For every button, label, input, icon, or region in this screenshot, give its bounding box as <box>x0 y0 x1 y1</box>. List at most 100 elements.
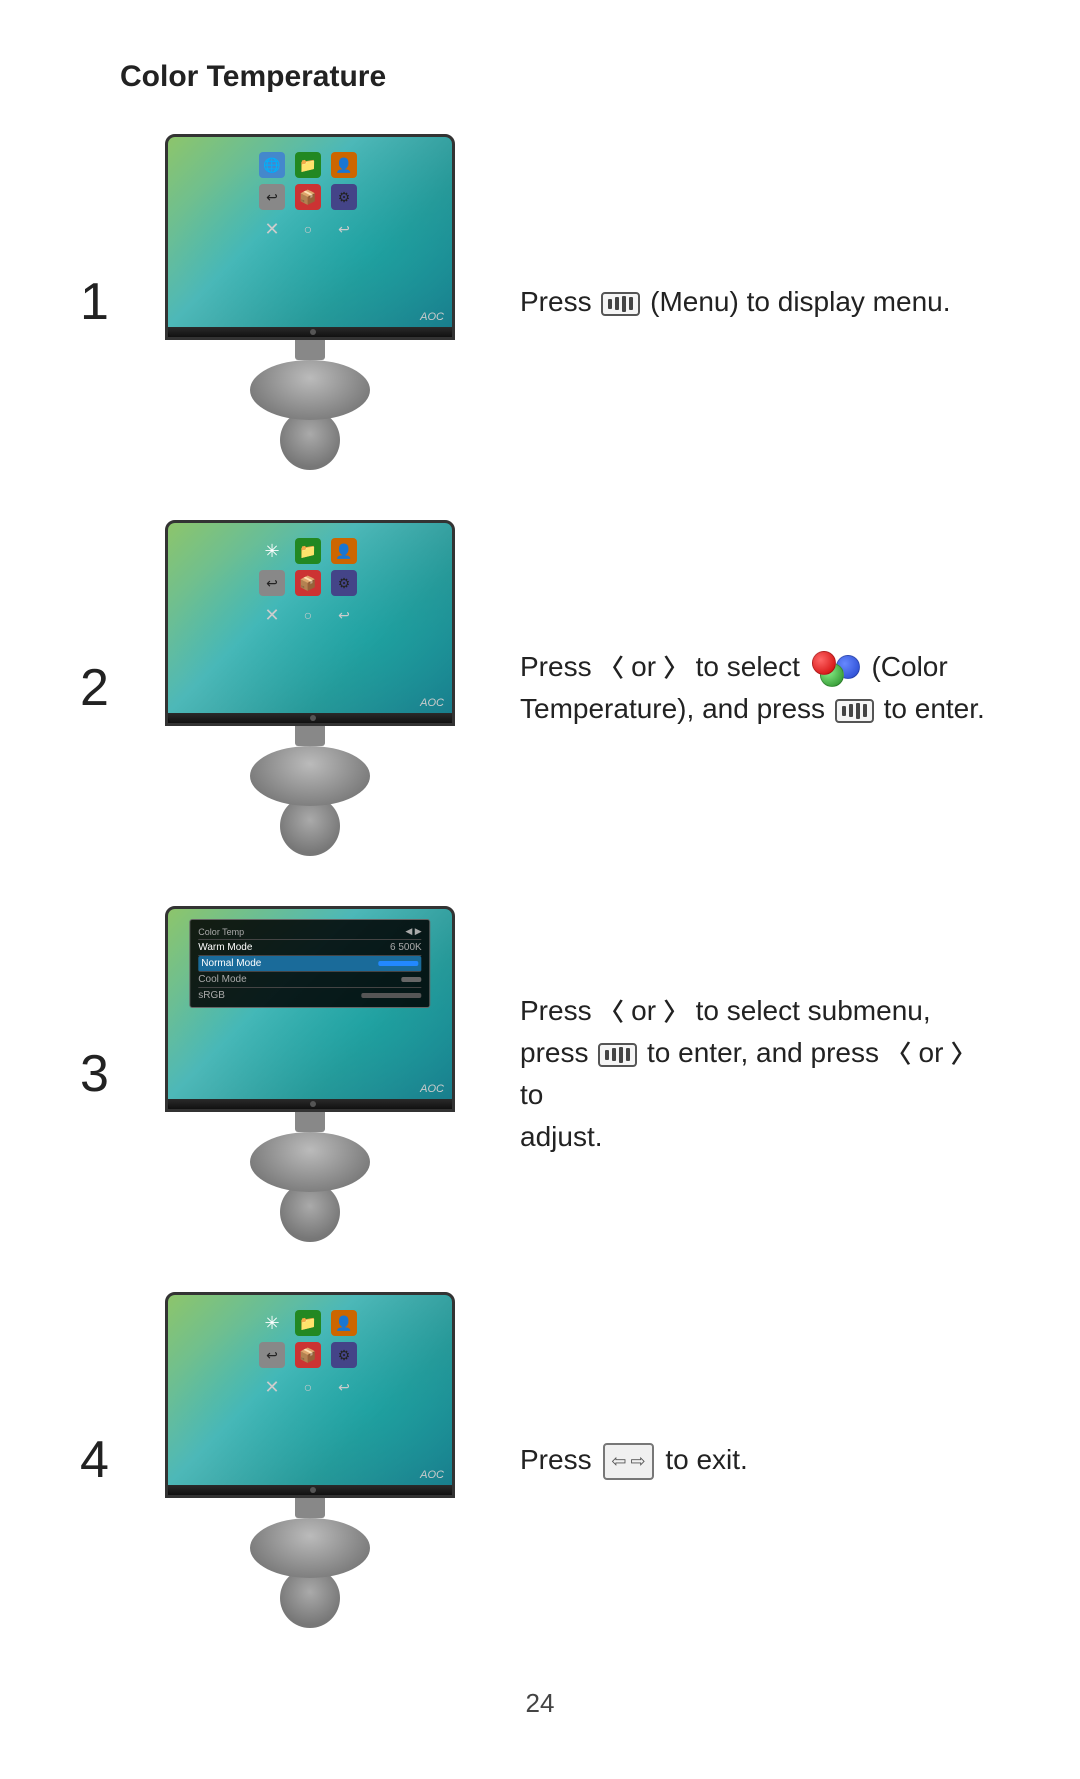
step-number-4: 4 <box>80 1430 120 1490</box>
btn-bar-1c <box>622 296 626 312</box>
step-row-1: 1 🌐 📁 👤 ↩ 📦 ⚙ ✕ ○ ↩ AOC <box>80 134 1000 470</box>
icon-4-6: ⚙ <box>331 1342 357 1368</box>
monitor-2: ✳ 📁 👤 ↩ 📦 ⚙ ✕ ○ ↩ AOC <box>160 520 460 856</box>
desktop-icons-1: 🌐 📁 👤 ↩ 📦 ⚙ ✕ ○ ↩ <box>259 152 361 242</box>
icon-7: ✕ <box>259 216 285 242</box>
submenu-header: Color Temp◀ ▶ <box>198 924 421 940</box>
exit-arrow-left: ⇦ <box>611 1448 626 1475</box>
press-label-1: Press <box>520 286 599 317</box>
submenu-overlay: Color Temp◀ ▶ Warm Mode 6 500K Normal Mo… <box>189 919 430 1008</box>
icon-2-6: ⚙ <box>331 570 357 596</box>
icon-4-8: ○ <box>295 1374 321 1400</box>
submenu-bar-2 <box>379 961 419 966</box>
submenu-row-2: Normal Mode <box>198 956 421 972</box>
exit-button-icon: ⇦ ⇨ <box>603 1443 653 1480</box>
instruction-2: Press 〈 or 〉 to select (Color Temperatur… <box>500 646 1000 730</box>
or-label-2a: or <box>631 651 656 682</box>
icon-2-3: 👤 <box>331 538 357 564</box>
btn-bar-3a <box>605 1050 609 1060</box>
page-number: 24 <box>80 1688 1000 1719</box>
step-number-1: 1 <box>80 272 120 332</box>
monitor-screen-2: ✳ 📁 👤 ↩ 📦 ⚙ ✕ ○ ↩ AOC <box>168 523 452 713</box>
monitor-dot-2 <box>310 715 316 721</box>
icon-2-5: 📦 <box>295 570 321 596</box>
btn-bar-3b <box>612 1048 616 1061</box>
monitor-dot-1 <box>310 329 316 335</box>
monitor-neck-4 <box>295 1498 325 1518</box>
btn-bar-2d <box>863 704 867 717</box>
icon-4-9: ↩ <box>331 1374 357 1400</box>
monitor-bezel-3 <box>168 1099 455 1109</box>
exit-text-4: to exit. <box>665 1444 747 1475</box>
to-label-3: to <box>520 1079 543 1110</box>
icon-2-8: ○ <box>295 602 321 628</box>
btn-bar-2c <box>856 703 860 719</box>
icon-2-9: ↩ <box>331 602 357 628</box>
monitor-stand-2 <box>250 746 370 806</box>
menu-button-icon-3 <box>598 1043 637 1067</box>
menu-button-icon-1 <box>601 292 640 316</box>
monitor-3: Color Temp◀ ▶ Warm Mode 6 500K Normal Mo… <box>160 906 460 1242</box>
monitor-body-2: ✳ 📁 👤 ↩ 📦 ⚙ ✕ ○ ↩ AOC <box>165 520 455 726</box>
icon-6: ⚙ <box>331 184 357 210</box>
icon-4: ↩ <box>259 184 285 210</box>
icon-2-4: ↩ <box>259 570 285 596</box>
step-row-2: 2 ✳ 📁 👤 ↩ 📦 ⚙ ✕ ○ ↩ AOC <box>80 520 1000 856</box>
icon-3: 👤 <box>331 152 357 178</box>
monitor-neck-1 <box>295 340 325 360</box>
chevron-left-icon-3a: 〈 <box>599 995 623 1031</box>
monitor-body-3: Color Temp◀ ▶ Warm Mode 6 500K Normal Mo… <box>165 906 455 1112</box>
enter-text-3: to enter, and press <box>647 1037 879 1068</box>
monitor-brand-1: AOC <box>420 311 444 323</box>
submenu-row-3: Cool Mode <box>198 972 421 988</box>
submenu-row-1: Warm Mode 6 500K <box>198 940 421 956</box>
step-number-2: 2 <box>80 658 120 718</box>
chevron-right-icon-3a: 〉 <box>664 995 688 1031</box>
icon-4-1: ✳ <box>259 1310 285 1336</box>
monitor-neck-3 <box>295 1112 325 1132</box>
btn-bar-1b <box>615 297 619 310</box>
monitor-brand-2: AOC <box>420 697 444 709</box>
monitor-stand-3 <box>250 1132 370 1192</box>
enter-label-2: to enter. <box>884 693 985 724</box>
or-label-3b: or <box>919 1037 944 1068</box>
instruction-4: Press ⇦ ⇨ to exit. <box>500 1439 1000 1481</box>
icon-4-4: ↩ <box>259 1342 285 1368</box>
btn-bar-1a <box>608 299 612 309</box>
monitor-dot-3 <box>310 1101 316 1107</box>
monitor-brand-4: AOC <box>420 1469 444 1481</box>
icon-4-5: 📦 <box>295 1342 321 1368</box>
monitor-1: 🌐 📁 👤 ↩ 📦 ⚙ ✕ ○ ↩ AOC <box>160 134 460 470</box>
desktop-icons-2: ✳ 📁 👤 ↩ 📦 ⚙ ✕ ○ ↩ <box>259 538 361 628</box>
menu-text-1: (Menu) to display menu. <box>650 286 950 317</box>
instruction-1: Press (Menu) to display menu. <box>500 281 1000 323</box>
desktop-icons-4: ✳ 📁 👤 ↩ 📦 ⚙ ✕ ○ ↩ <box>259 1310 361 1400</box>
chevron-right-icon-2: 〉 <box>664 651 688 687</box>
icon-4-2: 📁 <box>295 1310 321 1336</box>
monitor-bezel-4 <box>168 1485 455 1495</box>
monitor-body-1: 🌐 📁 👤 ↩ 📦 ⚙ ✕ ○ ↩ AOC <box>165 134 455 340</box>
monitor-stand-1 <box>250 360 370 420</box>
monitor-screen-3: Color Temp◀ ▶ Warm Mode 6 500K Normal Mo… <box>168 909 452 1099</box>
btn-bar-1d <box>629 297 633 310</box>
press-label-3: Press <box>520 995 599 1026</box>
ball-red <box>812 651 836 675</box>
icon-9: ↩ <box>331 216 357 242</box>
chevron-left-icon-3b: 〈 <box>887 1037 911 1073</box>
press-label-4: Press <box>520 1444 599 1475</box>
monitor-stand-4 <box>250 1518 370 1578</box>
icon-4-3: 👤 <box>331 1310 357 1336</box>
instruction-3: Press 〈 or 〉 to select submenu, press to… <box>500 990 1000 1158</box>
submenu-bar-4 <box>362 993 422 998</box>
btn-bar-3d <box>626 1048 630 1061</box>
monitor-4: ✳ 📁 👤 ↩ 📦 ⚙ ✕ ○ ↩ AOC <box>160 1292 460 1628</box>
or-label-3a: or <box>631 995 656 1026</box>
select-label-2: to select <box>696 651 800 682</box>
submenu-row-4: sRGB <box>198 988 421 1003</box>
icon-4-7: ✕ <box>259 1374 285 1400</box>
menu-button-icon-2 <box>835 699 874 723</box>
monitor-screen-4: ✳ 📁 👤 ↩ 📦 ⚙ ✕ ○ ↩ AOC <box>168 1295 452 1485</box>
icon-1: 🌐 <box>259 152 285 178</box>
monitor-bezel-1 <box>168 327 455 337</box>
btn-bar-2b <box>849 704 853 717</box>
